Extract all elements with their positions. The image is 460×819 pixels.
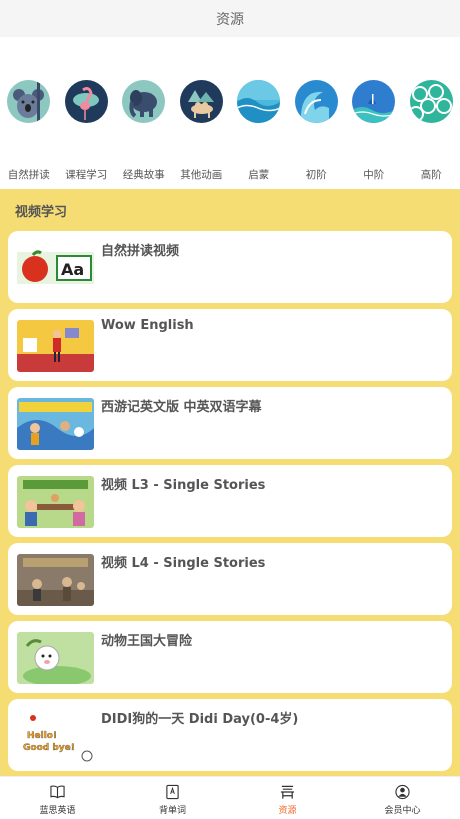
video-title: 自然拼读视频: [101, 244, 180, 259]
category-course[interactable]: 课程学习: [58, 37, 116, 189]
category-label: 自然拼读: [7, 169, 50, 181]
tab-member-center[interactable]: 会员中心: [345, 777, 460, 819]
page-title: 资源: [216, 11, 244, 28]
video-card[interactable]: 视频 L4 - Single Stories: [8, 543, 452, 615]
category-advanced[interactable]: 高阶: [403, 37, 460, 189]
category-label: 中阶: [363, 169, 385, 181]
user-icon: [395, 784, 410, 800]
tab-label: 蓝思英语: [39, 806, 76, 816]
video-card[interactable]: 西游记英文版 中英双语字幕: [8, 387, 452, 459]
category-phonics[interactable]: 自然拼读: [0, 37, 58, 189]
category-label: 课程学习: [65, 169, 108, 181]
l3-stories-thumb: [17, 476, 94, 528]
video-card[interactable]: Aa 自然拼读视频: [8, 231, 452, 303]
video-title: 视频 L4 - Single Stories: [101, 556, 266, 571]
video-title: 视频 L3 - Single Stories: [101, 478, 266, 493]
tab-label: 资源: [278, 806, 297, 816]
book-icon: [50, 785, 65, 799]
category-intermediate[interactable]: 中阶: [345, 37, 403, 189]
flamingo-icon: [64, 80, 108, 123]
top-bar: 资源: [0, 0, 460, 37]
video-card[interactable]: 视频 L3 - Single Stories: [8, 465, 452, 537]
elephant-icon: [122, 80, 165, 123]
video-title: DIDI狗的一天 Didi Day(0-4岁): [101, 712, 299, 727]
category-enlightenment[interactable]: 启蒙: [230, 37, 288, 189]
video-card[interactable]: 动物王国大冒险: [8, 621, 452, 693]
island-wave-icon: [352, 80, 395, 123]
category-animation[interactable]: 其他动画: [173, 37, 231, 189]
category-label: 启蒙: [248, 169, 270, 181]
section-title: 视频学习: [15, 205, 68, 220]
video-card[interactable]: Wow English: [8, 309, 452, 381]
svg-text:Hello!: Hello!: [27, 731, 57, 741]
tab-label: 背单词: [158, 806, 186, 816]
l4-stories-thumb: [17, 554, 94, 606]
category-beginner[interactable]: 初阶: [288, 37, 346, 189]
journey-west-thumb: [17, 398, 94, 450]
video-section: 视频学习 Aa 自然拼读视频 Wow English 西游记英文版 中英双语字幕…: [0, 189, 460, 776]
animal-kingdom-thumb: [17, 632, 94, 684]
svg-text:Good bye!: Good bye!: [23, 743, 75, 753]
tab-resources[interactable]: 资源: [230, 777, 345, 819]
didi-day-thumb: Hello! Good bye!: [17, 710, 94, 762]
category-label: 高阶: [420, 169, 442, 181]
vocab-book-icon: [166, 784, 179, 800]
video-card[interactable]: Hello! Good bye! DIDI狗的一天 Didi Day(0-4岁): [8, 699, 452, 771]
video-title: 西游记英文版 中英双语字幕: [101, 400, 262, 415]
wave-icon: [294, 80, 338, 123]
tab-label: 会员中心: [384, 806, 421, 816]
bottom-tab-bar: 蓝思英语 背单词 资源 会员中心: [0, 776, 460, 819]
category-label: 经典故事: [122, 169, 165, 181]
wow-english-thumb: [17, 320, 94, 372]
wave-icon: [237, 80, 280, 123]
category-stories[interactable]: 经典故事: [115, 37, 173, 189]
category-strip: 自然拼读 课程学习 经典故事 其他动画 启蒙 初阶 中阶 高阶: [0, 37, 460, 189]
video-title: Wow English: [101, 318, 194, 333]
category-label: 其他动画: [180, 169, 223, 181]
svg-text:Aa: Aa: [61, 260, 84, 279]
category-label: 初阶: [305, 169, 327, 181]
camel-icon: [179, 80, 223, 123]
phonics-thumb: Aa: [17, 242, 94, 294]
video-title: 动物王国大冒险: [101, 634, 193, 649]
tab-vocabulary[interactable]: 背单词: [115, 777, 230, 819]
resource-icon: [280, 785, 295, 799]
waves-pattern-icon: [409, 80, 453, 123]
tab-lexile-english[interactable]: 蓝思英语: [0, 777, 115, 819]
koala-icon: [7, 80, 50, 123]
